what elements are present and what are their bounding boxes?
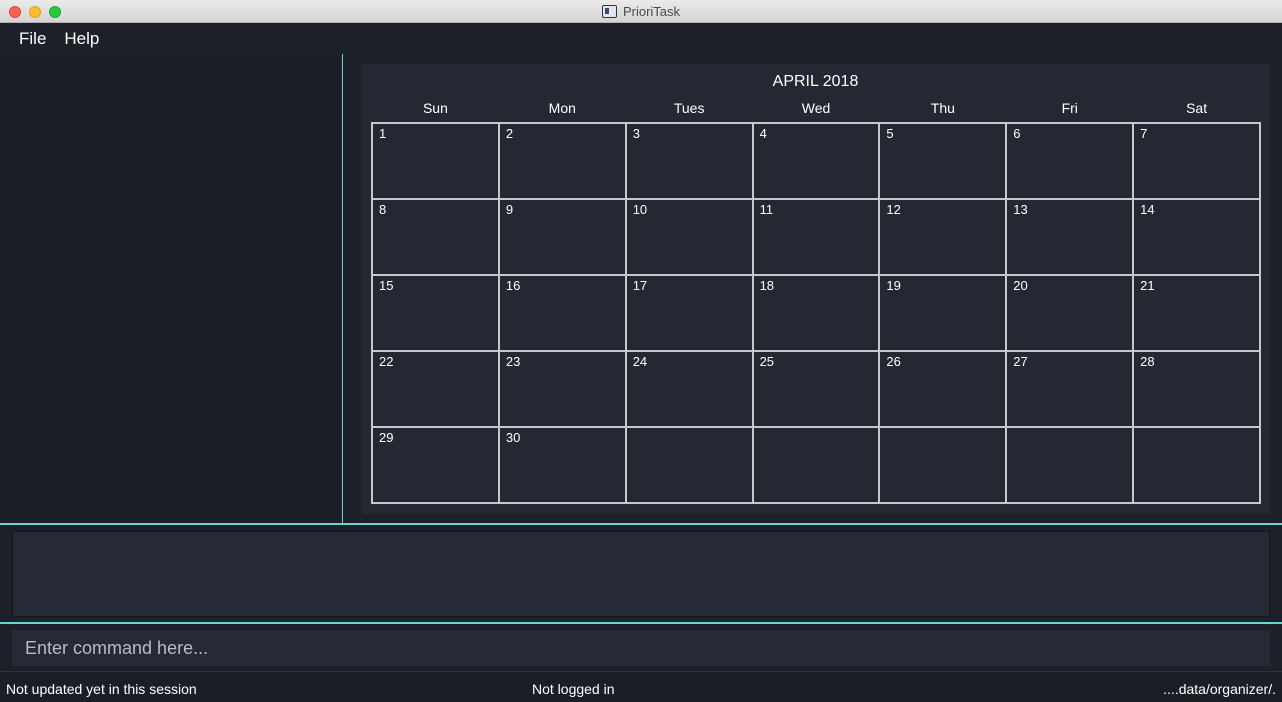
- calendar-day-cell[interactable]: 3: [626, 124, 754, 200]
- calendar-day-cell[interactable]: 21: [1134, 276, 1261, 352]
- calendar-day-number: 15: [379, 278, 394, 293]
- calendar-day-number: 9: [505, 202, 514, 217]
- calendar-day-cell[interactable]: [880, 428, 1008, 504]
- calendar-day-number: 30: [505, 430, 521, 445]
- weekday-label: Wed: [801, 100, 831, 116]
- calendar-day-number: 10: [632, 202, 648, 217]
- calendar-day-cell[interactable]: 28: [1134, 352, 1261, 428]
- calendar-grid: 1 2 3 4 5 6 7 8 9 10 11 12 13 14 15 16 1…: [371, 122, 1261, 504]
- weekday-label: Fri: [1061, 100, 1078, 116]
- calendar-day-cell[interactable]: 24: [626, 352, 754, 428]
- calendar-day-cell[interactable]: 2: [499, 124, 627, 200]
- calendar-day-cell[interactable]: 12: [880, 200, 1008, 276]
- calendar-day-number: 24: [632, 354, 648, 369]
- calendar-day-cell[interactable]: 19: [880, 276, 1008, 352]
- calendar-day-number: 16: [505, 278, 521, 293]
- status-bar: Not updated yet in this session Not logg…: [0, 671, 1282, 702]
- calendar-day-number: 26: [886, 354, 901, 369]
- calendar-day-cell[interactable]: 27: [1007, 352, 1135, 428]
- calendar-day-number: 1: [379, 126, 387, 141]
- result-display-box: [12, 531, 1270, 617]
- weekday-label: Mon: [548, 100, 576, 116]
- calendar-day-number: 25: [759, 354, 775, 369]
- calendar-day-cell[interactable]: 18: [753, 276, 881, 352]
- calendar-day-cell[interactable]: 6: [1007, 124, 1135, 200]
- calendar-day-number: 11: [759, 202, 774, 217]
- calendar-day-cell[interactable]: 7: [1134, 124, 1261, 200]
- calendar-day-number: 12: [886, 202, 901, 217]
- calendar-day-number: 4: [759, 126, 767, 141]
- calendar-day-cell[interactable]: [1007, 428, 1135, 504]
- calendar-day-cell[interactable]: 30: [499, 428, 627, 504]
- calendar-day-number: 29: [379, 430, 394, 445]
- calendar-day-cell[interactable]: 10: [626, 200, 754, 276]
- calendar-day-cell[interactable]: 15: [373, 276, 500, 352]
- calendar-day-cell[interactable]: 11: [753, 200, 881, 276]
- calendar-day-cell[interactable]: 14: [1134, 200, 1261, 276]
- calendar-day-number: 23: [505, 354, 521, 369]
- calendar-day-number: 18: [759, 278, 775, 293]
- menu-bar: File Help: [0, 23, 1282, 54]
- login-status: Not logged in: [532, 681, 615, 697]
- calendar-day-cell[interactable]: 20: [1007, 276, 1135, 352]
- weekday-label: Sat: [1186, 100, 1208, 116]
- calendar-day-cell[interactable]: [626, 428, 754, 504]
- calendar-day-number: 20: [1013, 278, 1028, 293]
- calendar-day-cell[interactable]: 29: [373, 428, 500, 504]
- calendar-day-number: 3: [632, 126, 640, 141]
- weekday-label: Thu: [930, 100, 955, 116]
- calendar-day-cell[interactable]: 4: [753, 124, 881, 200]
- window-title-group: PrioriTask: [0, 0, 1282, 23]
- calendar-day-number: 28: [1140, 354, 1155, 369]
- calendar-day-cell[interactable]: 17: [626, 276, 754, 352]
- calendar-day-cell[interactable]: 9: [499, 200, 627, 276]
- calendar-day-number: 14: [1140, 202, 1155, 217]
- window-titlebar: PrioriTask: [0, 0, 1282, 23]
- sync-status: Not updated yet in this session: [6, 681, 197, 697]
- calendar-day-number: 22: [379, 354, 394, 369]
- weekday-label: Sun: [422, 100, 448, 116]
- task-list-panel: [0, 54, 342, 523]
- calendar-day-number: 17: [632, 278, 648, 293]
- calendar-month-title: APRIL 2018: [772, 73, 859, 90]
- calendar-day-number: 13: [1013, 202, 1028, 217]
- calendar-day-cell[interactable]: [753, 428, 881, 504]
- calendar-day-cell[interactable]: [1134, 428, 1261, 504]
- calendar-day-number: 27: [1013, 354, 1028, 369]
- calendar-day-cell[interactable]: 23: [499, 352, 627, 428]
- calendar-day-cell[interactable]: 16: [499, 276, 627, 352]
- calendar-day-number: 21: [1140, 278, 1155, 293]
- calendar-day-cell[interactable]: 26: [880, 352, 1008, 428]
- calendar-day-number: 5: [886, 126, 894, 141]
- app-icon: [601, 5, 617, 18]
- calendar-day-cell[interactable]: 5: [880, 124, 1008, 200]
- calendar-day-number: 2: [505, 126, 514, 141]
- window-title: PrioriTask: [622, 4, 681, 19]
- calendar-weekday-header: Sun Mon Tues Wed Thu Fri Sat: [372, 100, 1260, 116]
- calendar-day-cell[interactable]: 25: [753, 352, 881, 428]
- calendar-day-cell[interactable]: 13: [1007, 200, 1135, 276]
- calendar-day-number: 19: [886, 278, 901, 293]
- menu-help[interactable]: Help: [64, 29, 99, 49]
- calendar-day-number: 8: [379, 202, 387, 217]
- calendar-day-cell[interactable]: 8: [373, 200, 500, 276]
- menu-file[interactable]: File: [19, 29, 46, 49]
- calendar-day-cell[interactable]: 1: [373, 124, 500, 200]
- calendar-day-number: 7: [1140, 126, 1148, 141]
- calendar-day-number: 6: [1013, 126, 1021, 141]
- weekday-label: Tues: [673, 100, 705, 116]
- command-input[interactable]: [12, 630, 1270, 666]
- save-location: ....data/organizer/.: [1163, 681, 1276, 697]
- calendar-day-cell[interactable]: 22: [373, 352, 500, 428]
